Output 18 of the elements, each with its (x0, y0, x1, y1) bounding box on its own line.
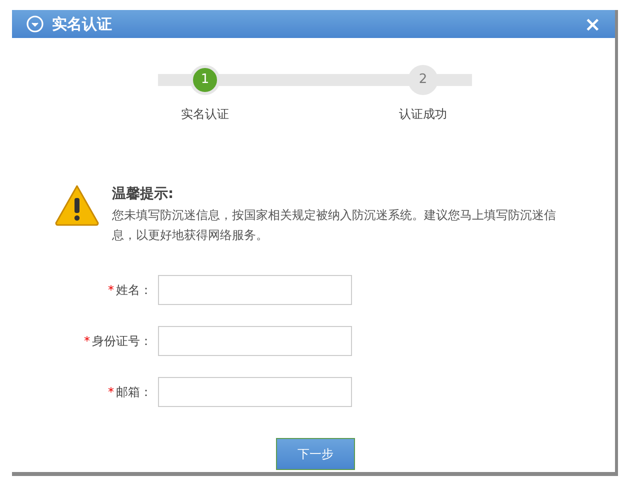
notice-title: 温馨提示: (112, 185, 175, 204)
field-label: 身份证号： (92, 333, 152, 350)
step-label: 认证成功 (399, 106, 447, 123)
required-mark: * (108, 282, 114, 299)
notice-text: 您未填写防沉迷信息，按国家相关规定被纳入防沉迷系统。建议您马上填写防沉迷信息，以更好地获得网络服务。 (112, 207, 557, 244)
next-button[interactable]: 下一步 (276, 438, 355, 470)
input-field[interactable] (158, 326, 352, 356)
dialog-title: 实名认证 (52, 14, 112, 35)
close-button[interactable]: × (584, 14, 601, 34)
field-label: 姓名： (116, 282, 152, 299)
input-field[interactable] (158, 377, 352, 407)
chevron-down-icon (26, 15, 44, 33)
input-field[interactable] (158, 275, 352, 305)
required-mark: * (108, 384, 114, 401)
required-mark: * (84, 333, 90, 350)
field-label: 邮箱： (116, 384, 152, 401)
warning-icon (54, 184, 100, 226)
step-label: 实名认证 (181, 106, 229, 123)
